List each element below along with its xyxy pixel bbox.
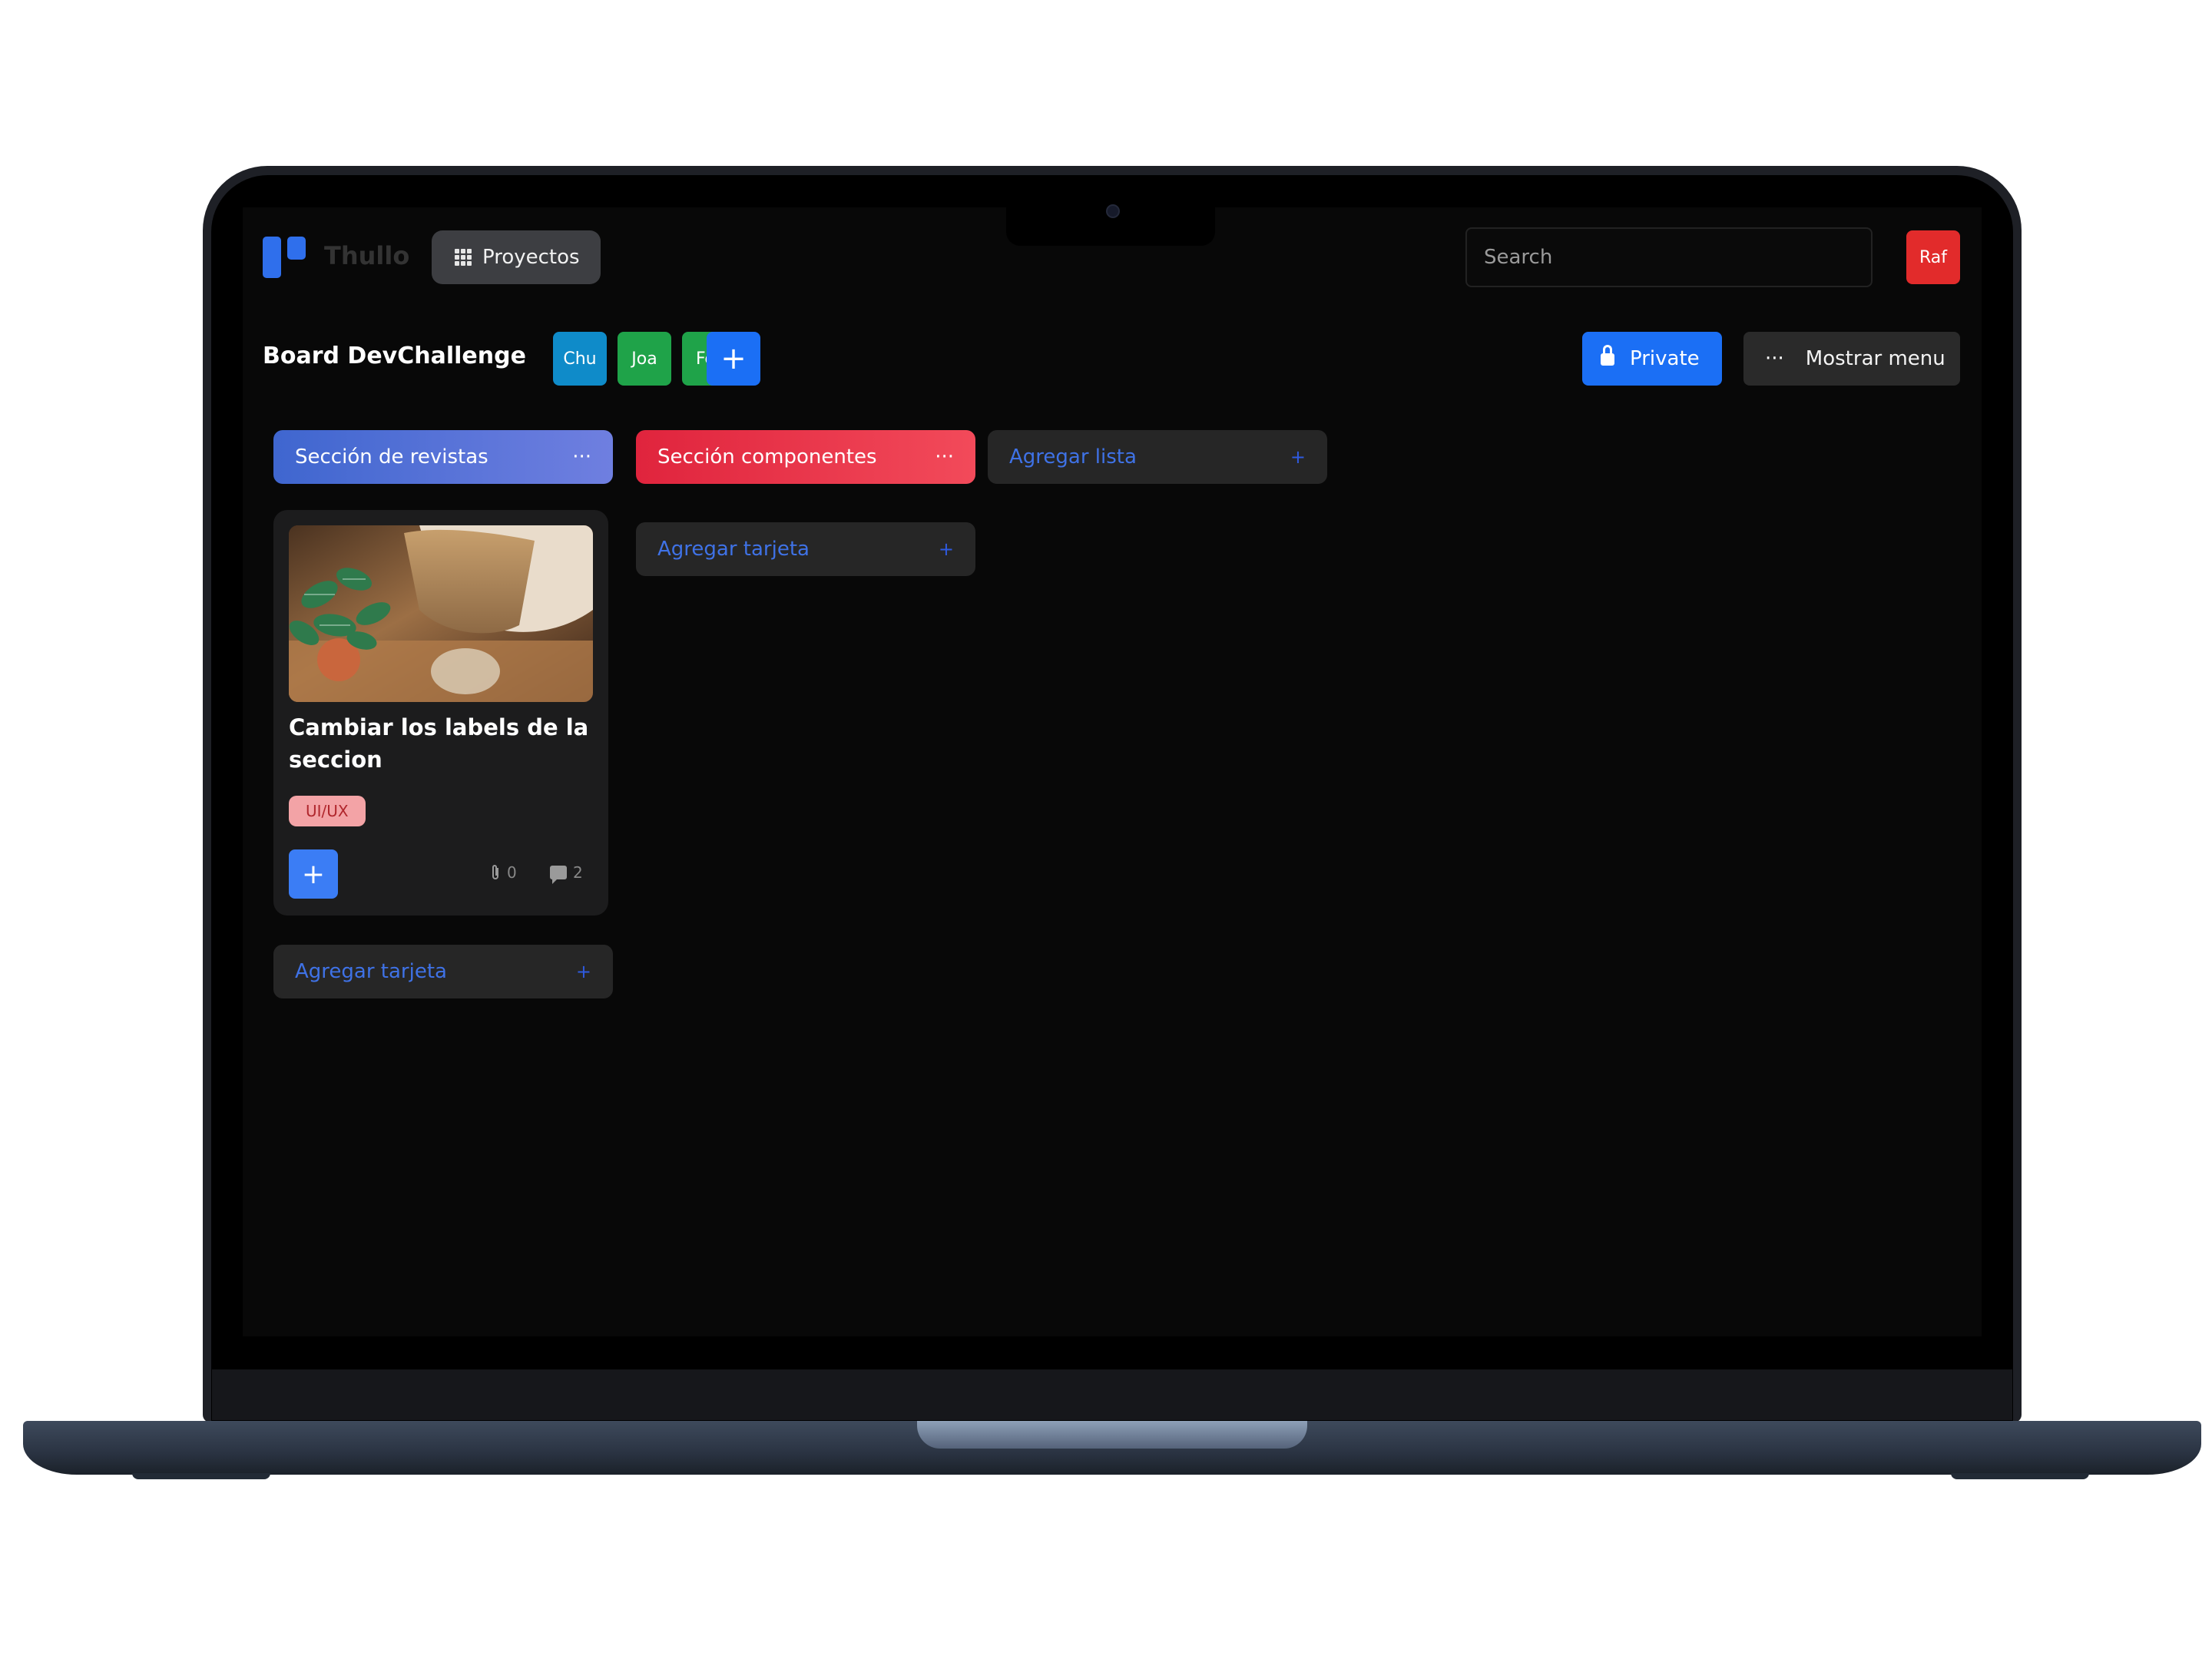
card-title: Cambiar los labels de la seccion xyxy=(289,714,589,773)
private-label: Private xyxy=(1630,347,1700,370)
add-card-label: Agregar tarjeta xyxy=(295,960,447,983)
show-menu-button[interactable]: ··· Mostrar menu xyxy=(1743,332,1960,386)
thullo-logo-icon[interactable] xyxy=(263,237,307,278)
brand-name: Thullo xyxy=(324,241,410,270)
add-list-button[interactable]: Agregar lista + xyxy=(988,430,1327,484)
laptop-foot-left xyxy=(132,1473,270,1479)
list-header-revistas[interactable]: Sección de revistas ··· xyxy=(273,430,613,484)
laptop-hinge xyxy=(917,1421,1307,1449)
add-card-button[interactable]: Agregar tarjeta + xyxy=(636,522,975,576)
list-options-icon[interactable]: ··· xyxy=(572,447,591,467)
private-button[interactable]: Private xyxy=(1582,332,1722,386)
card-add-member-button[interactable]: + xyxy=(289,849,338,899)
projects-button[interactable]: Proyectos xyxy=(432,230,601,284)
plant-coffee-photo xyxy=(289,525,593,702)
laptop-chin xyxy=(212,1369,2012,1420)
camera-icon xyxy=(1106,204,1120,218)
more-dots-icon: ··· xyxy=(1765,347,1784,370)
list-title: Sección componentes xyxy=(657,445,877,469)
add-card-label: Agregar tarjeta xyxy=(657,538,810,561)
user-avatar[interactable]: Raf xyxy=(1906,230,1960,284)
board-title: Board DevChallenge xyxy=(263,343,526,369)
paperclip-icon xyxy=(492,865,498,879)
apps-grid-icon xyxy=(455,249,472,266)
card[interactable]: Cambiar los labels de la seccion UI/UX +… xyxy=(273,510,608,916)
comment-icon xyxy=(550,866,567,884)
list-header-componentes[interactable]: Sección componentes ··· xyxy=(636,430,975,484)
add-card-button[interactable]: Agregar tarjeta + xyxy=(273,945,613,998)
plus-icon: + xyxy=(938,538,954,560)
list-title: Sección de revistas xyxy=(295,445,488,469)
screen: Thullo Proyectos Raf Board DevChallenge … xyxy=(243,207,1982,1336)
member-avatar-chu[interactable]: Chu xyxy=(553,332,607,386)
plus-icon: + xyxy=(1290,446,1306,468)
attachments-count: 0 xyxy=(490,863,517,882)
attachments-value: 0 xyxy=(507,863,517,882)
search-input[interactable] xyxy=(1465,227,1873,287)
add-member-button[interactable]: + xyxy=(707,332,760,386)
member-avatar-joa[interactable]: Joa xyxy=(618,332,671,386)
list-options-icon[interactable]: ··· xyxy=(935,447,954,467)
plus-icon: + xyxy=(575,961,591,982)
projects-label: Proyectos xyxy=(482,246,580,269)
comments-count: 2 xyxy=(550,863,583,884)
comments-value: 2 xyxy=(573,863,583,882)
show-menu-label: Mostrar menu xyxy=(1805,347,1945,370)
card-cover-image xyxy=(289,525,593,702)
lock-icon xyxy=(1601,345,1614,366)
card-label-tag: UI/UX xyxy=(289,796,366,826)
laptop-foot-right xyxy=(1951,1473,2089,1479)
add-list-label: Agregar lista xyxy=(1009,445,1137,469)
